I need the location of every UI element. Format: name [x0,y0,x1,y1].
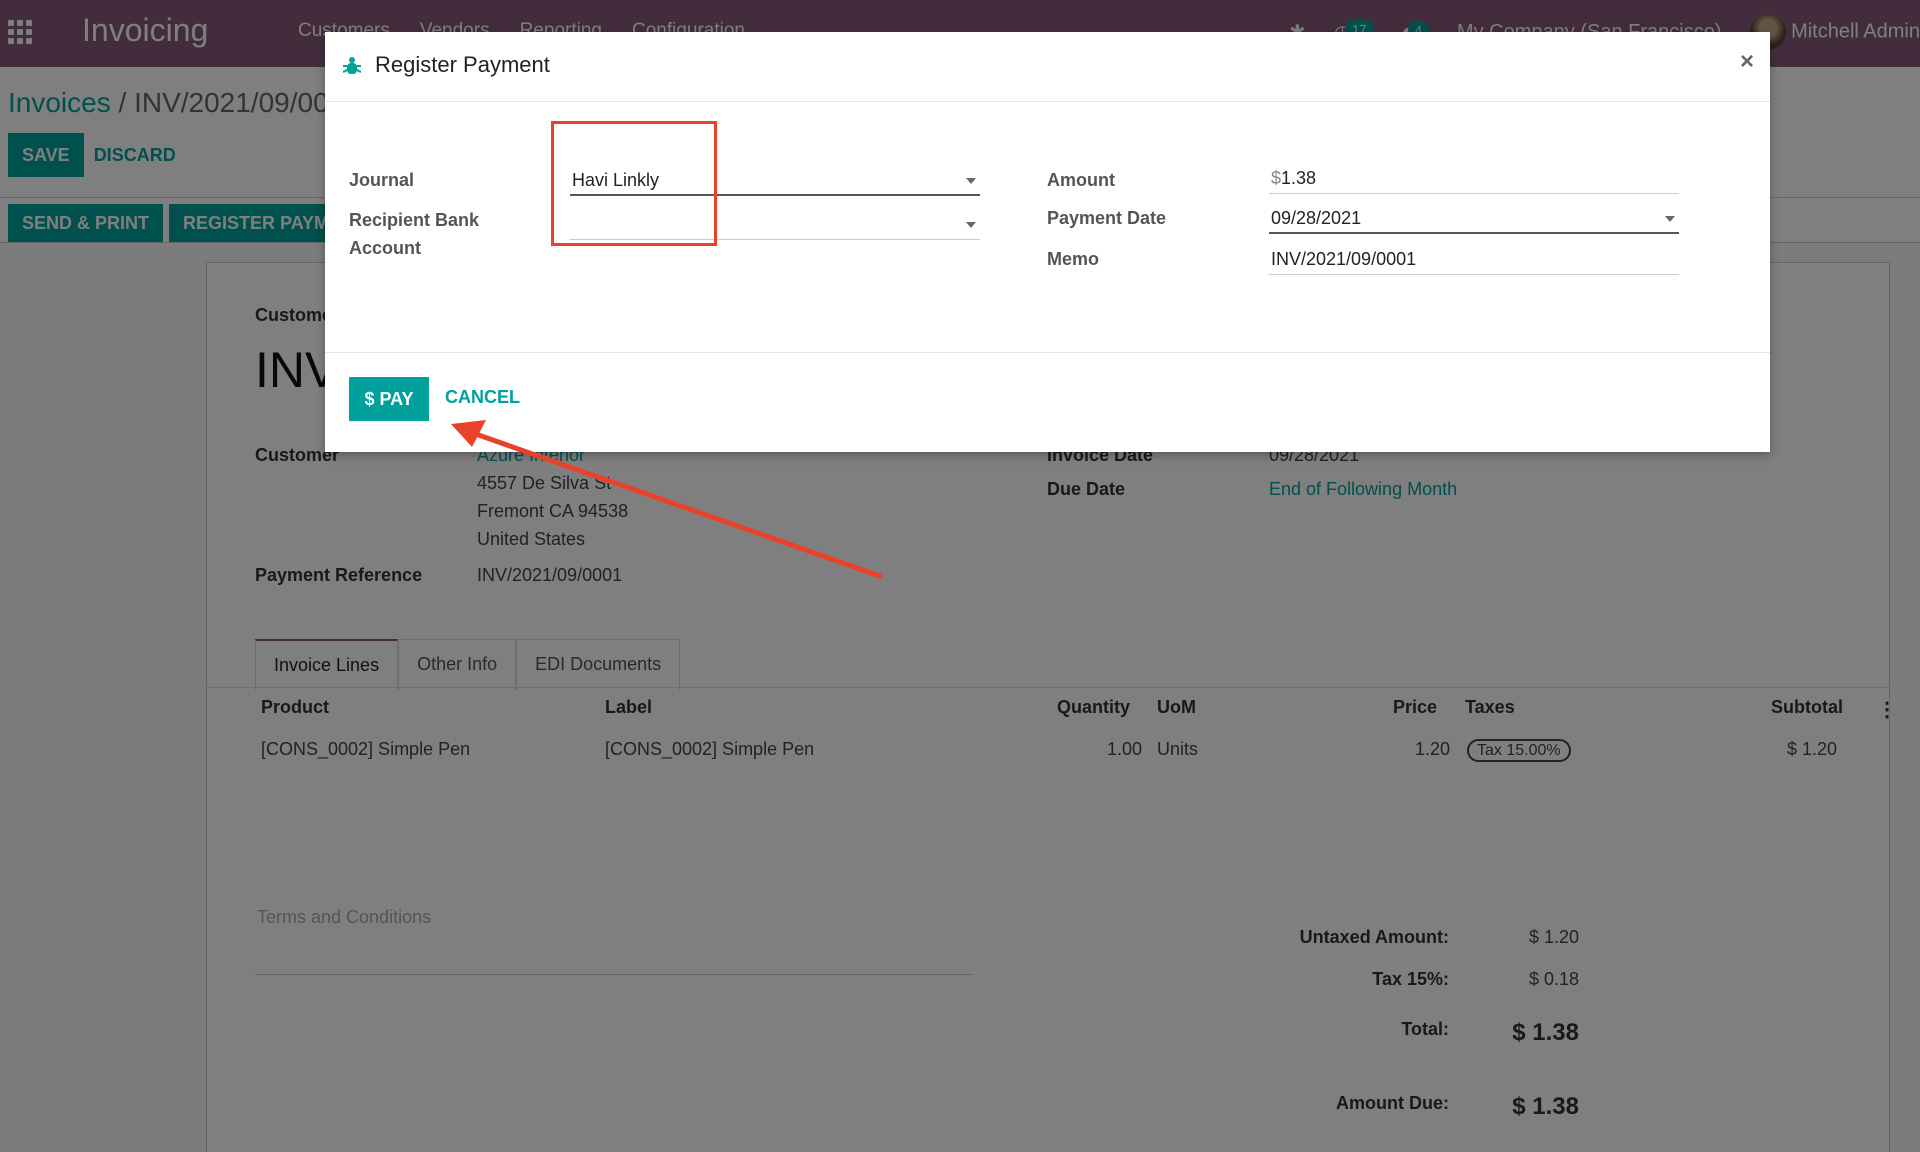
recipient-bank-label-line1: Recipient Bank [349,210,480,230]
amount-input[interactable]: $1.38 [1269,164,1679,194]
annotation-highlight-box [551,121,717,246]
amount-label: Amount [1047,170,1115,190]
dialog-title: Register Payment [375,52,550,77]
dialog-header: Register Payment × [325,32,1770,102]
close-icon[interactable]: × [1740,48,1754,76]
chevron-down-icon [1665,216,1675,222]
memo-value: INV/2021/09/0001 [1271,249,1417,269]
recipient-bank-label-line2: Account [349,238,421,258]
dialog-footer: $ PAY CANCEL [325,352,1770,452]
currency-symbol: $ [1271,168,1282,188]
chevron-down-icon [966,222,976,228]
cancel-button[interactable]: CANCEL [445,387,520,408]
pay-button[interactable]: $ PAY [349,377,429,421]
memo-input[interactable]: INV/2021/09/0001 [1269,245,1679,275]
payment-date-value: 09/28/2021 [1271,208,1362,228]
payment-date-label: Payment Date [1047,208,1167,228]
register-payment-dialog: Register Payment × Journal Havi Linkly R… [325,32,1770,452]
memo-label: Memo [1047,249,1100,269]
chevron-down-icon [966,178,976,184]
bug-icon [343,57,361,74]
payment-date-input[interactable]: 09/28/2021 [1269,204,1679,234]
journal-label: Journal [349,170,415,190]
amount-value: 1.38 [1281,168,1317,188]
